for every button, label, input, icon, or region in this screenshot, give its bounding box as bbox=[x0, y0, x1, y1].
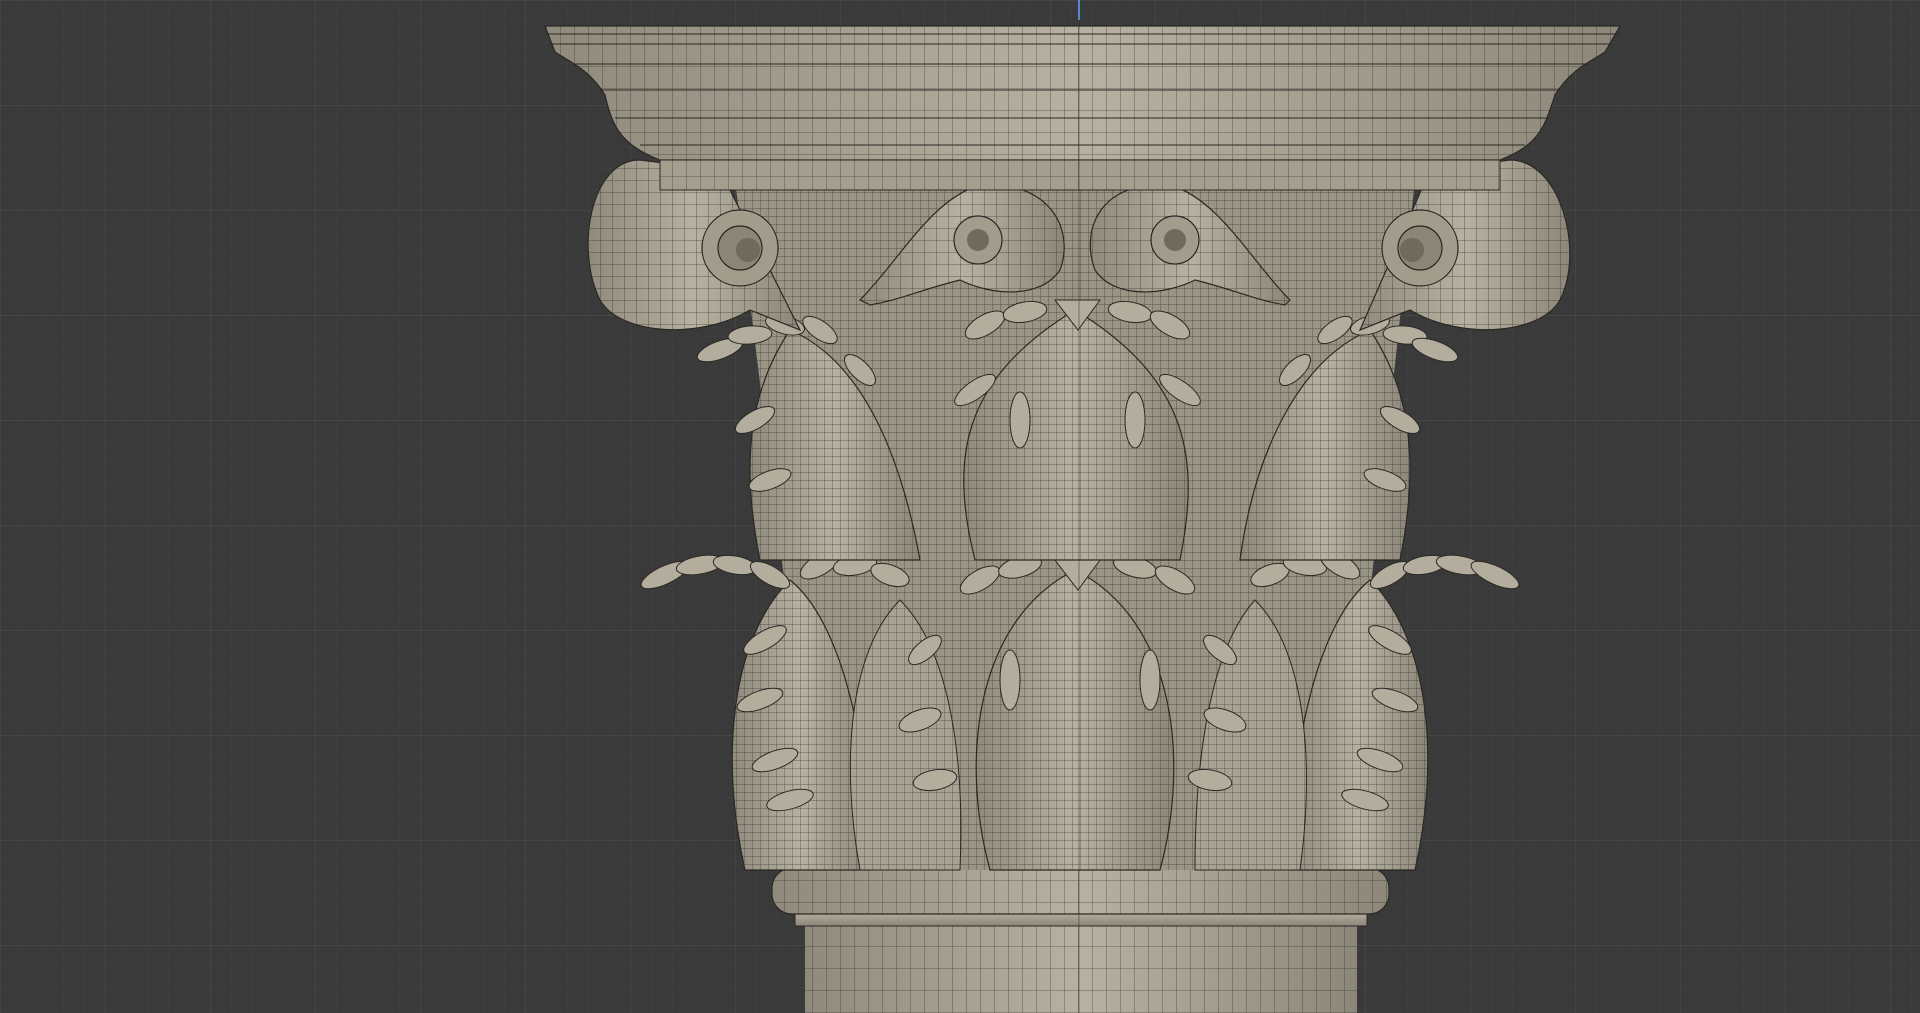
3d-viewport[interactable] bbox=[0, 0, 1920, 1013]
column-shaft bbox=[794, 909, 1368, 1013]
astragal-ring bbox=[771, 867, 1390, 915]
abacus bbox=[544, 25, 1622, 191]
